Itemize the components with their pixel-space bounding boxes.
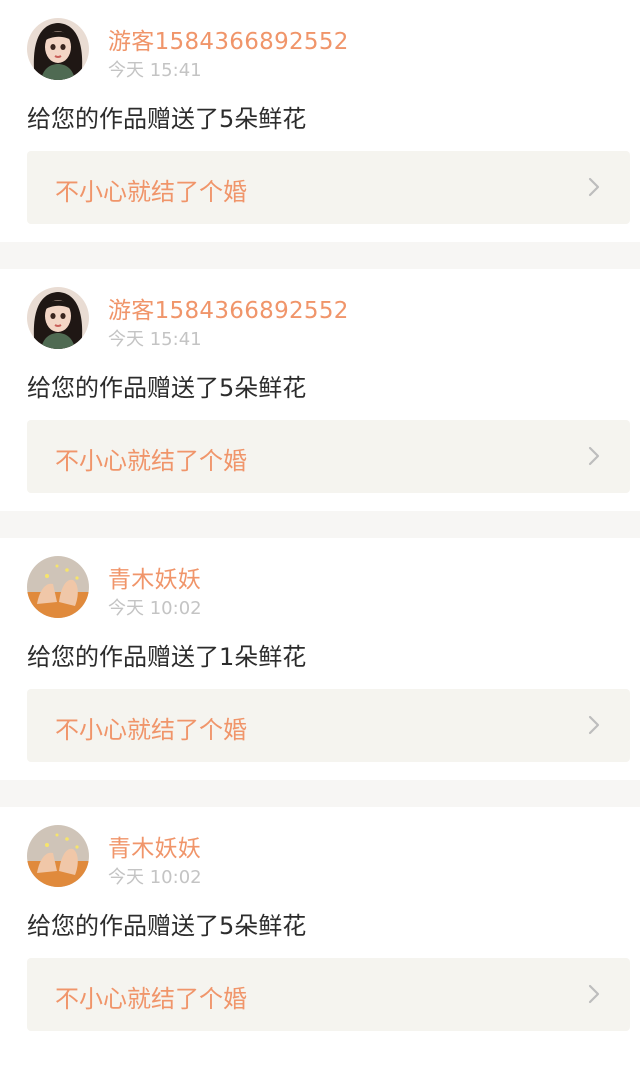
avatar[interactable] [27, 556, 89, 618]
avatar[interactable] [27, 825, 89, 887]
timestamp: 今天 15:41 [108, 60, 202, 81]
avatar[interactable] [27, 287, 89, 349]
gift-message: 给您的作品赠送了5朵鲜花 [27, 912, 307, 940]
user-name[interactable]: 青木妖妖 [108, 829, 201, 863]
notification-item: 游客1584366892552 今天 15:41 给您的作品赠送了5朵鲜花 不小… [0, 269, 640, 511]
work-link-card[interactable]: 不小心就结了个婚 [27, 420, 630, 493]
notification-item: 青木妖妖 今天 10:02 给您的作品赠送了1朵鲜花 不小心就结了个婚 [0, 538, 640, 780]
separator [0, 780, 640, 807]
work-title: 不小心就结了个婚 [55, 178, 247, 206]
user-name[interactable]: 青木妖妖 [108, 560, 201, 594]
work-link-card[interactable]: 不小心就结了个婚 [27, 151, 630, 224]
work-title: 不小心就结了个婚 [55, 447, 247, 475]
work-link-card[interactable]: 不小心就结了个婚 [27, 958, 630, 1031]
timestamp: 今天 15:41 [108, 329, 202, 350]
work-title: 不小心就结了个婚 [55, 985, 247, 1013]
user-name[interactable]: 游客1584366892552 [108, 291, 349, 325]
timestamp: 今天 10:02 [108, 598, 202, 619]
notification-feed: 游客1584366892552 今天 15:41 给您的作品赠送了5朵鲜花 不小… [0, 0, 640, 1070]
chevron-right-icon [588, 446, 600, 466]
notification-item: 青木妖妖 今天 10:02 给您的作品赠送了5朵鲜花 不小心就结了个婚 [0, 807, 640, 1070]
gift-message: 给您的作品赠送了5朵鲜花 [27, 105, 307, 133]
work-title: 不小心就结了个婚 [55, 716, 247, 744]
separator [0, 511, 640, 538]
gift-message: 给您的作品赠送了1朵鲜花 [27, 643, 307, 671]
notification-item: 游客1584366892552 今天 15:41 给您的作品赠送了5朵鲜花 不小… [0, 0, 640, 242]
timestamp: 今天 10:02 [108, 867, 202, 888]
avatar[interactable] [27, 18, 89, 80]
work-link-card[interactable]: 不小心就结了个婚 [27, 689, 630, 762]
chevron-right-icon [588, 715, 600, 735]
chevron-right-icon [588, 984, 600, 1004]
user-name[interactable]: 游客1584366892552 [108, 22, 349, 56]
gift-message: 给您的作品赠送了5朵鲜花 [27, 374, 307, 402]
separator [0, 242, 640, 269]
chevron-right-icon [588, 177, 600, 197]
